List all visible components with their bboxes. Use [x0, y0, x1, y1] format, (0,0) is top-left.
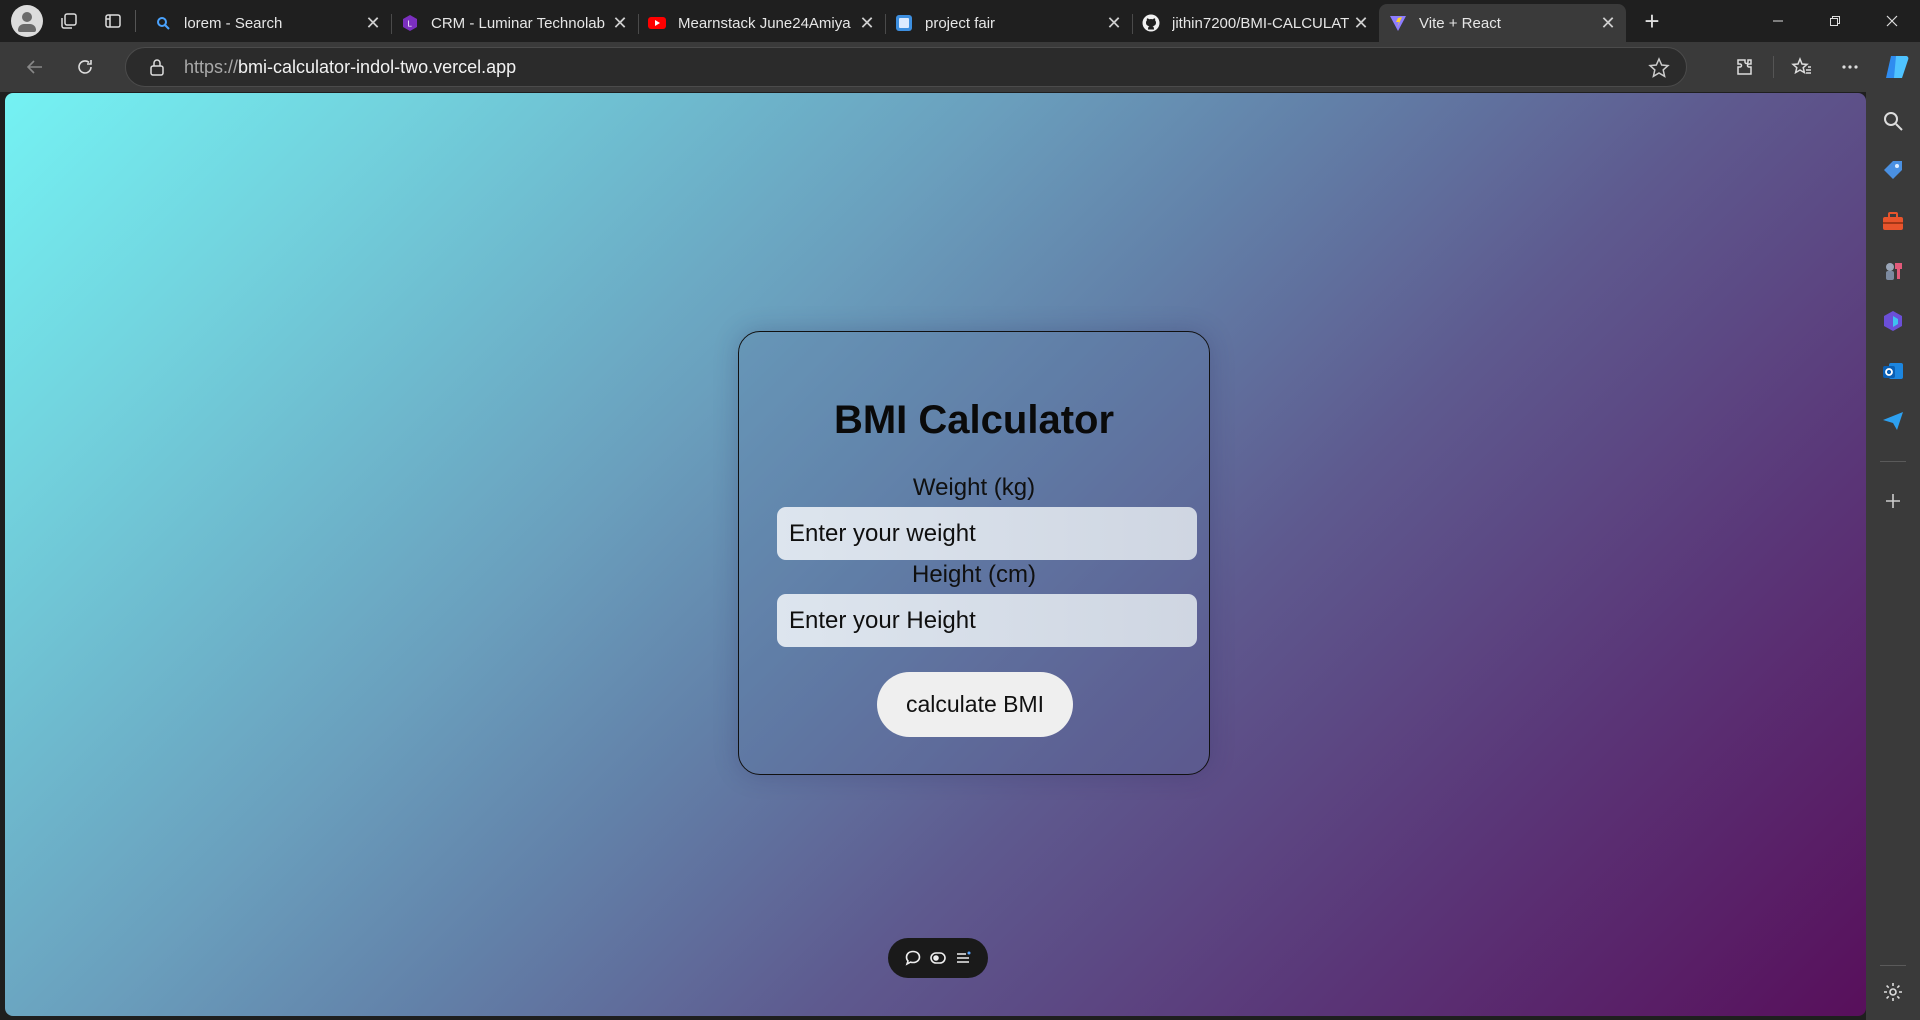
- page-title: BMI Calculator: [833, 398, 1115, 442]
- profile-avatar-icon[interactable]: [11, 5, 43, 37]
- floating-toolbar: [888, 938, 988, 978]
- close-window-icon[interactable]: [1863, 0, 1920, 42]
- weight-label: Weight (kg): [912, 474, 1036, 501]
- height-input[interactable]: [777, 594, 1197, 647]
- tab-strip-divider: [135, 10, 136, 32]
- copilot-icon[interactable]: [1878, 306, 1908, 336]
- games-icon[interactable]: [1878, 256, 1908, 286]
- toolbar-right: [1721, 42, 1920, 92]
- close-icon[interactable]: ✕: [363, 13, 383, 33]
- height-label: Height (cm): [911, 561, 1037, 588]
- tab-vite-react[interactable]: Vite + React ✕: [1379, 4, 1626, 42]
- page-viewport: BMI Calculator Weight (kg) Height (cm) c…: [5, 93, 1866, 1016]
- tab-title: CRM - Luminar Technolab: [431, 14, 605, 32]
- sidebar-divider: [1880, 965, 1906, 966]
- tab-title: jithin7200/BMI-CALCULAT: [1172, 14, 1350, 32]
- youtube-icon: [648, 14, 666, 32]
- weight-input[interactable]: [777, 507, 1197, 560]
- outlook-icon[interactable]: [1878, 356, 1908, 386]
- close-icon[interactable]: ✕: [610, 13, 630, 33]
- view-icon[interactable]: [928, 948, 948, 968]
- toolbar-divider: [1773, 56, 1774, 78]
- window-controls: [1749, 0, 1920, 42]
- tab-list: lorem - Search ✕ L CRM - Luminar Technol…: [144, 0, 1626, 42]
- tab-title: lorem - Search: [184, 14, 283, 32]
- tab-strip: lorem - Search ✕ L CRM - Luminar Technol…: [0, 0, 1920, 42]
- close-icon[interactable]: ✕: [1598, 13, 1618, 33]
- new-tab-button[interactable]: +: [1632, 5, 1672, 37]
- workspaces-icon[interactable]: [51, 5, 87, 37]
- minimize-icon[interactable]: [1749, 0, 1806, 42]
- add-icon[interactable]: [1878, 486, 1908, 516]
- search-icon[interactable]: [1878, 106, 1908, 136]
- address-bar[interactable]: https://bmi-calculator-indol-two.vercel.…: [125, 47, 1687, 87]
- tab-github[interactable]: jithin7200/BMI-CALCULAT ✕: [1132, 4, 1379, 42]
- restore-icon[interactable]: [1806, 0, 1863, 42]
- url-host: bmi-calculator-indol-two.vercel.app: [238, 56, 517, 77]
- browser-sidebar: [1866, 92, 1920, 1020]
- sidebar-divider: [1880, 461, 1906, 462]
- close-icon[interactable]: ✕: [1104, 13, 1124, 33]
- close-icon[interactable]: ✕: [1351, 13, 1371, 33]
- comment-icon[interactable]: [903, 948, 923, 968]
- url-protocol: https://: [184, 56, 239, 77]
- refresh-icon[interactable]: [65, 49, 105, 85]
- page-icon: [895, 14, 913, 32]
- close-icon[interactable]: ✕: [857, 13, 877, 33]
- luminar-hex-icon: L: [401, 14, 419, 32]
- svg-text:L: L: [408, 20, 413, 29]
- back-arrow-icon[interactable]: [15, 49, 55, 85]
- url-text[interactable]: https://bmi-calculator-indol-two.vercel.…: [184, 57, 516, 78]
- vite-icon: [1389, 14, 1407, 32]
- tab-lorem-search[interactable]: lorem - Search ✕: [144, 4, 391, 42]
- tab-title: project fair: [925, 14, 996, 32]
- copilot-icon[interactable]: [1874, 49, 1920, 85]
- search-icon: [154, 14, 172, 32]
- tab-title: Vite + React: [1419, 14, 1501, 32]
- tab-title: Mearnstack June24Amiya: [678, 14, 851, 32]
- extensions-icon[interactable]: [1721, 49, 1769, 85]
- tab-project-fair[interactable]: project fair ✕: [885, 4, 1132, 42]
- tab-mearnstack[interactable]: Mearnstack June24Amiya ✕: [638, 4, 885, 42]
- tag-icon[interactable]: [1878, 156, 1908, 186]
- calculate-bmi-button[interactable]: calculate BMI: [877, 672, 1073, 737]
- github-icon: [1142, 14, 1160, 32]
- browser-toolbar: https://bmi-calculator-indol-two.vercel.…: [0, 42, 1920, 92]
- vertical-tabs-icon[interactable]: [95, 5, 131, 37]
- bmi-card: BMI Calculator Weight (kg) Height (cm) c…: [738, 331, 1210, 775]
- favorites-icon[interactable]: [1778, 49, 1826, 85]
- tab-crm-luminar[interactable]: L CRM - Luminar Technolab ✕: [391, 4, 638, 42]
- more-options-icon[interactable]: [1826, 49, 1874, 85]
- menu-icon[interactable]: [953, 948, 973, 968]
- send-icon[interactable]: [1878, 406, 1908, 436]
- favorite-star-icon[interactable]: [1648, 57, 1670, 79]
- lock-icon[interactable]: [146, 56, 168, 78]
- toolbox-icon[interactable]: [1878, 206, 1908, 236]
- settings-icon[interactable]: [1878, 977, 1908, 1007]
